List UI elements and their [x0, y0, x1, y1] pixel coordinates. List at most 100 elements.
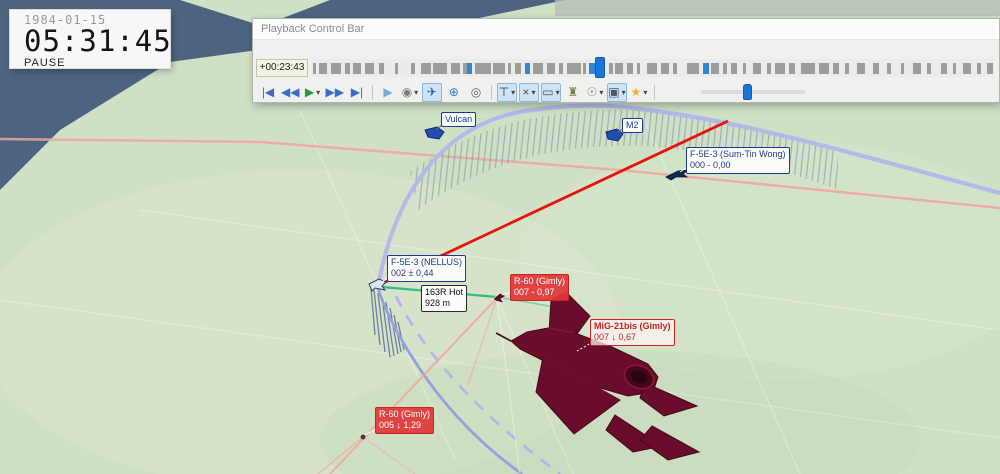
skip-to-end-icon: ▶| — [350, 85, 364, 99]
radar-display-icon: ▭ — [542, 85, 554, 99]
timeline-segment — [583, 63, 586, 74]
timeline-segment — [743, 63, 746, 74]
timeline-segment — [845, 63, 849, 74]
toolbar-separator — [371, 84, 373, 100]
unit-label-r60-a[interactable]: R-60 (Gimly) 007 - 0,97 — [510, 274, 569, 301]
unit-telemetry: 007 ↓ 0,67 — [594, 332, 637, 343]
dropdown-arrow-icon[interactable]: ▾ — [643, 88, 647, 97]
unit-name: R-60 (Gimly) — [514, 276, 565, 286]
timeline-segment — [451, 63, 460, 74]
step-forward-button[interactable]: ▶ — [378, 83, 398, 102]
timeline-segment — [941, 63, 947, 74]
fast-forward-button[interactable]: ▶▶ — [324, 83, 344, 102]
dropdown-arrow-icon[interactable]: ▾ — [556, 88, 560, 97]
unit-name: Vulcan — [445, 114, 473, 124]
timeline-segment — [901, 63, 904, 74]
globe-view-button[interactable]: ⊕ — [444, 83, 464, 102]
binoculars-button[interactable]: ◎ — [466, 83, 486, 102]
ground-units-icon: ♜ — [567, 85, 579, 99]
timeline-track[interactable] — [311, 57, 994, 78]
timeline-segment — [927, 63, 931, 74]
window-title[interactable]: Playback Control Bar — [253, 19, 999, 40]
radio-comms-icon: ☉ — [586, 85, 598, 99]
skip-to-end-button[interactable]: ▶| — [347, 83, 367, 102]
video-capture-button[interactable]: ▣ ▾ — [606, 82, 627, 102]
timeline-segment — [819, 63, 829, 74]
unit-label-mig21[interactable]: MiG-21bis (Gimly) 007 ↓ 0,67 — [590, 319, 675, 346]
timeline-segment — [365, 63, 374, 74]
favorites-icon: ★ — [630, 85, 642, 99]
unit-telemetry: 007 - 0,97 — [514, 287, 555, 298]
timeline-segment — [731, 63, 737, 74]
range-text: 928 m — [425, 298, 451, 309]
radar-display-button[interactable]: ▭ ▾ — [540, 82, 561, 102]
timeline-segment — [493, 63, 505, 74]
timeline-segment — [987, 63, 993, 74]
clock-time: 05:31:45 — [24, 24, 172, 58]
timeline-segment — [313, 63, 316, 74]
dropdown-arrow-icon[interactable]: ▾ — [531, 88, 535, 97]
horizon-haze — [555, 0, 1000, 16]
aircraft-view-button[interactable]: ✈ — [421, 82, 442, 102]
unit-label-m2[interactable]: M2 — [622, 118, 643, 134]
play-button[interactable]: ▶ ▾ — [302, 83, 322, 102]
timeline-segment — [711, 63, 719, 74]
labels-toggle-icon: ⊤ — [498, 85, 510, 99]
timeline-segment — [775, 63, 785, 74]
ground-units-button[interactable]: ♜ — [563, 83, 583, 102]
timeline-segment — [508, 63, 511, 74]
timeline-segment — [857, 63, 865, 74]
dropdown-arrow-icon[interactable]: ▾ — [622, 88, 626, 97]
playback-toolbar: |◀ ◀◀ ▶ ▾ ▶▶ ▶| ▶ ◉ ▾ ✈ ⊕ ◎ ⊤ ▾ × ▾ ▭ ▾ ♜ ☉ ▾ ▣ ▾ ★ ▾ — [257, 82, 659, 102]
timeline-segment — [421, 63, 431, 74]
timeline-segment — [673, 63, 677, 74]
skip-to-start-icon: |◀ — [261, 85, 275, 99]
timeline-segment — [687, 63, 699, 74]
timeline-segment — [331, 63, 341, 74]
measure-tool-button[interactable]: × ▾ — [518, 82, 539, 102]
timeline-event-marker — [525, 63, 530, 74]
timeline-segment — [637, 63, 640, 74]
favorites-button[interactable]: ★ ▾ — [629, 83, 649, 102]
elapsed-time: +00:23:43 — [256, 59, 308, 77]
tacview-3d-view[interactable]: Vulcan M2 F-5E-3 (Sum-Tin Wong) 000 - 0,… — [0, 0, 1000, 474]
camera-mode-button[interactable]: ◉ ▾ — [400, 83, 420, 102]
unit-label-f5e-wong[interactable]: F-5E-3 (Sum-Tin Wong) 000 - 0,00 — [686, 147, 790, 174]
dropdown-arrow-icon[interactable]: ▾ — [316, 88, 320, 97]
timeline-segment — [767, 63, 771, 74]
labels-toggle-button[interactable]: ⊤ ▾ — [496, 82, 517, 102]
timeline-segment — [801, 63, 815, 74]
timeline-segment — [547, 63, 555, 74]
unit-label-r60-b[interactable]: R-60 (Gimly) 005 ↓ 1,29 — [375, 407, 434, 434]
timeline-segment — [559, 63, 563, 74]
timeline-segment — [353, 63, 361, 74]
unit-name: F-5E-3 (Sum-Tin Wong) — [690, 149, 786, 159]
rewind-button[interactable]: ◀◀ — [280, 83, 300, 102]
toolbar-separator — [490, 84, 492, 100]
timeline-segment — [533, 63, 543, 74]
timeline-segment — [963, 63, 971, 74]
bearing-text: 163R Hot — [425, 287, 464, 297]
speed-slider[interactable] — [701, 84, 805, 100]
playback-control-bar: Playback Control Bar +00:23:43 |◀ ◀◀ ▶ ▾ ▶▶ ▶… — [252, 18, 1000, 103]
dropdown-arrow-icon[interactable]: ▾ — [511, 88, 515, 97]
unit-telemetry: 005 ↓ 1,29 — [379, 420, 422, 431]
timeline-segment — [913, 63, 921, 74]
camera-mode-icon: ◉ — [401, 85, 413, 99]
timeline-event-marker — [703, 63, 709, 74]
timeline-segment — [953, 63, 956, 74]
timeline-segment — [661, 63, 669, 74]
unit-label-vulcan[interactable]: Vulcan — [441, 112, 477, 128]
bearing-range-label[interactable]: 163R Hot 928 m — [421, 285, 468, 312]
timeline-segment — [615, 63, 623, 74]
timeline-segment — [977, 63, 981, 74]
speed-slider-thumb[interactable] — [743, 84, 752, 100]
timeline-segment — [411, 63, 415, 74]
timeline-segment — [319, 63, 327, 74]
unit-label-f5e-nellus[interactable]: F-5E-3 (NELLUS) 002 ± 0,44 — [387, 255, 467, 282]
dropdown-arrow-icon[interactable]: ▾ — [414, 88, 418, 97]
dropdown-arrow-icon[interactable]: ▾ — [599, 88, 603, 97]
timeline-thumb[interactable] — [595, 57, 605, 78]
radio-comms-button[interactable]: ☉ ▾ — [585, 83, 605, 102]
skip-to-start-button[interactable]: |◀ — [258, 83, 278, 102]
